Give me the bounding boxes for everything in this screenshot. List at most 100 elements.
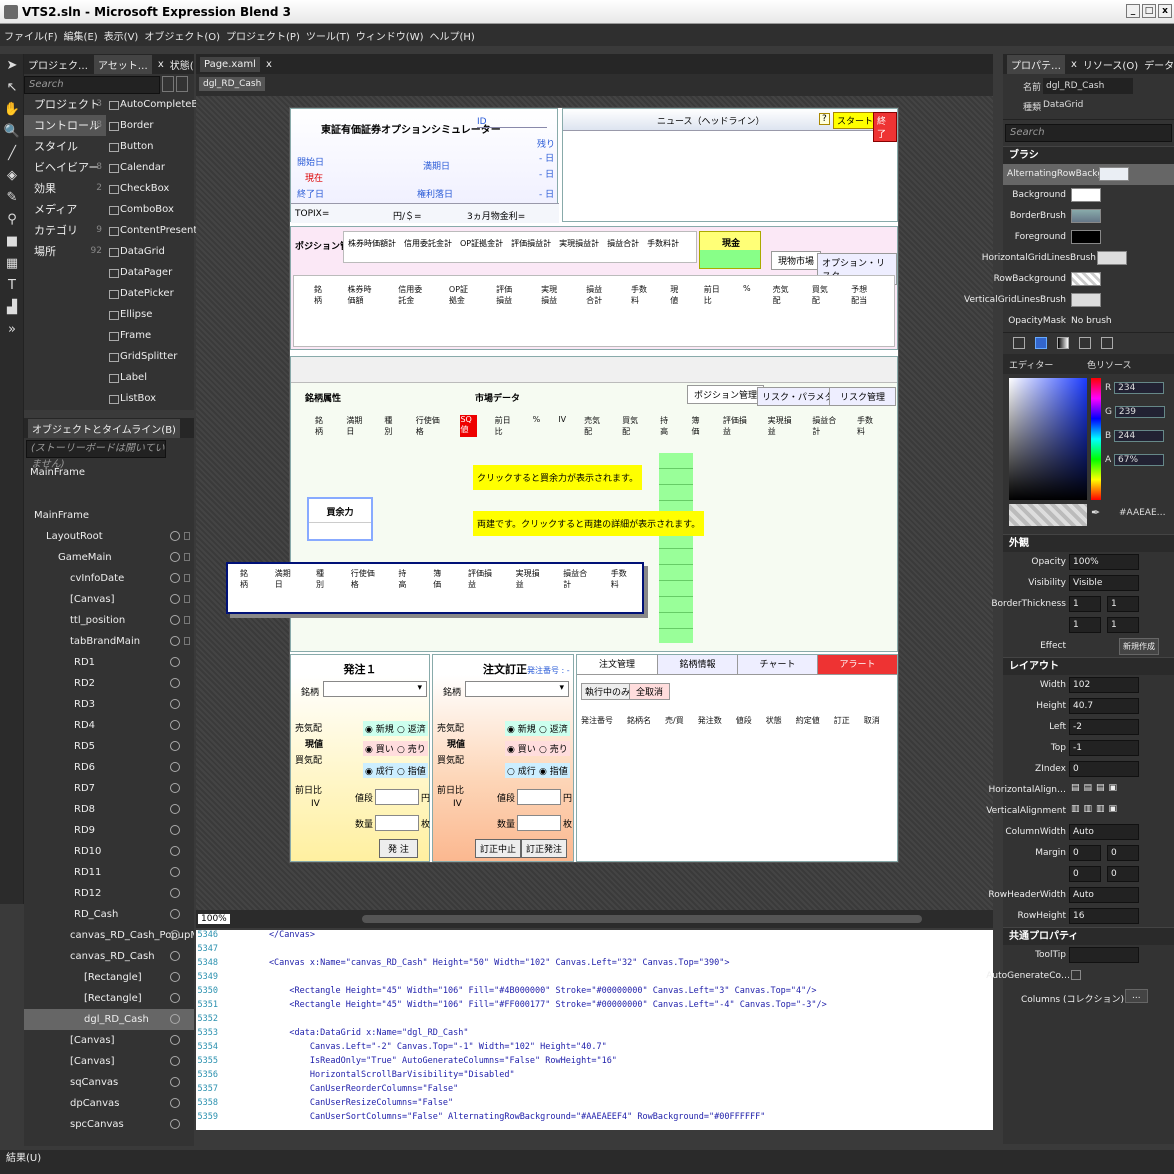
- tree-node[interactable]: RD3: [24, 694, 194, 715]
- asset-category-locations[interactable]: 場所 92: [24, 241, 106, 262]
- cancel-fix-button[interactable]: 訂正中止: [475, 839, 522, 858]
- border-top-input[interactable]: 1: [1069, 617, 1101, 633]
- margin-top-input[interactable]: 0: [1069, 866, 1101, 882]
- asset-item[interactable]: AutoCompleteBox: [106, 94, 210, 115]
- tree-node[interactable]: [Canvas]: [24, 1051, 194, 1072]
- pen-tool-icon[interactable]: ✎: [2, 188, 22, 208]
- tab-alert[interactable]: アラート: [817, 655, 897, 674]
- tab-properties[interactable]: プロパテ…: [1007, 54, 1065, 74]
- tree-node[interactable]: RD8: [24, 799, 194, 820]
- asset-category-effects[interactable]: 効果 2: [24, 178, 106, 199]
- opacity-input[interactable]: 100%: [1069, 554, 1139, 570]
- tree-node[interactable]: LayoutRoot: [24, 526, 194, 547]
- common-props-section[interactable]: 共通プロパティ: [1003, 927, 1174, 945]
- eye-icon[interactable]: [170, 888, 180, 898]
- color-picker-area[interactable]: [1009, 378, 1087, 500]
- close-button[interactable]: x: [1158, 4, 1172, 18]
- tab-position[interactable]: ポジション管理: [687, 385, 765, 404]
- brush-row[interactable]: RowBackground: [994, 269, 1174, 290]
- brush-row[interactable]: AlternatingRowBackground: [1003, 164, 1174, 185]
- appearance-section[interactable]: 外観: [1003, 534, 1174, 552]
- sell-radio[interactable]: ○ 売り: [395, 741, 428, 756]
- eye-icon[interactable]: [170, 657, 180, 667]
- tab-states[interactable]: 状態(S): [170, 57, 194, 72]
- no-brush-icon[interactable]: [1013, 337, 1025, 349]
- eye-icon[interactable]: [170, 783, 180, 793]
- eye-icon[interactable]: [170, 909, 180, 919]
- eye-icon[interactable]: [170, 993, 180, 1003]
- eye-icon[interactable]: [170, 552, 180, 562]
- direct-select-tool-icon[interactable]: ↖: [2, 78, 22, 98]
- tree-node[interactable]: tabBrandMain: [24, 631, 194, 652]
- asset-item[interactable]: DatePicker: [106, 283, 186, 304]
- results-tab[interactable]: 結果(U): [6, 1153, 41, 1164]
- asset-search-input[interactable]: Search: [24, 76, 160, 94]
- place-fix-button[interactable]: 訂正発注: [521, 839, 568, 858]
- price-input[interactable]: [375, 789, 419, 805]
- grid-tool-icon[interactable]: ▦: [2, 254, 22, 274]
- autogen-checkbox[interactable]: [1071, 970, 1081, 980]
- close-radio[interactable]: ○ 返済: [537, 721, 570, 736]
- margin-right-input[interactable]: 0: [1107, 845, 1139, 861]
- tree-node-selected[interactable]: dgl_RD_Cash: [24, 1009, 194, 1030]
- limit-radio[interactable]: ○ 指値: [395, 763, 428, 778]
- row-header-width-input[interactable]: Auto: [1069, 887, 1139, 903]
- market-radio[interactable]: ◉ 成行: [363, 763, 396, 778]
- tree-node[interactable]: RD7: [24, 778, 194, 799]
- brush-row[interactable]: Foreground: [1003, 227, 1174, 248]
- brush-row[interactable]: VerticalGridLinesBrush: [964, 290, 1174, 311]
- columns-edit-button[interactable]: ...: [1125, 989, 1148, 1003]
- tree-node[interactable]: canvas_RD_Cash_PopupM: [24, 925, 194, 946]
- tree-node[interactable]: [Canvas]: [24, 589, 194, 610]
- close-icon[interactable]: x: [266, 59, 272, 70]
- asset-item[interactable]: ContentPresenter: [106, 220, 208, 241]
- market-radio[interactable]: ○ 成行: [505, 763, 538, 778]
- asset-item[interactable]: CheckBox: [106, 178, 186, 199]
- tree-node[interactable]: RD2: [24, 673, 194, 694]
- lock-icon[interactable]: [184, 637, 190, 645]
- channel-input[interactable]: 239: [1114, 406, 1165, 418]
- eye-icon[interactable]: [170, 1119, 180, 1129]
- place-order-button[interactable]: 発 注: [379, 839, 418, 858]
- id-field[interactable]: ID: [477, 117, 547, 128]
- tree-node[interactable]: [Rectangle]: [24, 988, 194, 1009]
- tree-node[interactable]: RD9: [24, 820, 194, 841]
- eye-icon[interactable]: [170, 615, 180, 625]
- asset-category-styles[interactable]: スタイル: [24, 136, 106, 157]
- brush-row[interactable]: Background: [1003, 185, 1174, 206]
- tree-node[interactable]: dpCanvas: [24, 1093, 194, 1114]
- width-input[interactable]: 102: [1069, 677, 1139, 693]
- new-radio[interactable]: ◉ 新規: [505, 721, 538, 736]
- column-width-input[interactable]: Auto: [1069, 824, 1139, 840]
- lock-icon[interactable]: [184, 532, 190, 540]
- tile-brush-icon[interactable]: [1079, 337, 1091, 349]
- tab-resources[interactable]: リソース(O): [1083, 57, 1138, 72]
- qty-input[interactable]: [375, 815, 419, 831]
- minimize-button[interactable]: _: [1126, 4, 1140, 18]
- eye-icon[interactable]: [170, 972, 180, 982]
- xaml-code-editor[interactable]: 5346 </Canvas> 5347 5348 <Canvas x:Name=…: [196, 930, 993, 1130]
- brand-select[interactable]: ▾: [323, 681, 427, 697]
- close-icon[interactable]: x: [158, 59, 164, 70]
- eye-icon[interactable]: [170, 1056, 180, 1066]
- asset-category-behaviors[interactable]: ビヘイビアー 8: [24, 157, 106, 178]
- channel-input[interactable]: 67%: [1114, 454, 1165, 466]
- limit-radio[interactable]: ◉ 指値: [537, 763, 570, 778]
- menu-project[interactable]: プロジェクト(P): [226, 28, 300, 43]
- left-input[interactable]: -2: [1069, 719, 1139, 735]
- buy-radio[interactable]: ◉ 買い: [363, 741, 396, 756]
- tab-order-mgmt[interactable]: 注文管理: [577, 655, 657, 674]
- asset-item[interactable]: ListBox: [106, 388, 186, 409]
- menu-window[interactable]: ウィンドウ(W): [356, 28, 424, 43]
- text-tool-icon[interactable]: T: [2, 276, 22, 296]
- paint-bucket-tool-icon[interactable]: ◈: [2, 166, 22, 186]
- gradient-brush-icon[interactable]: [1057, 337, 1069, 349]
- menu-file[interactable]: ファイル(F): [4, 28, 58, 43]
- eye-icon[interactable]: [170, 741, 180, 751]
- eye-icon[interactable]: [170, 720, 180, 730]
- tab-risk-param[interactable]: リスク・パラメタ: [757, 387, 839, 406]
- asset-item[interactable]: Button: [106, 136, 186, 157]
- color-resource-label[interactable]: 色リソース: [1087, 358, 1132, 371]
- tab-data[interactable]: データ(D): [1144, 57, 1174, 72]
- lock-icon[interactable]: [184, 616, 190, 624]
